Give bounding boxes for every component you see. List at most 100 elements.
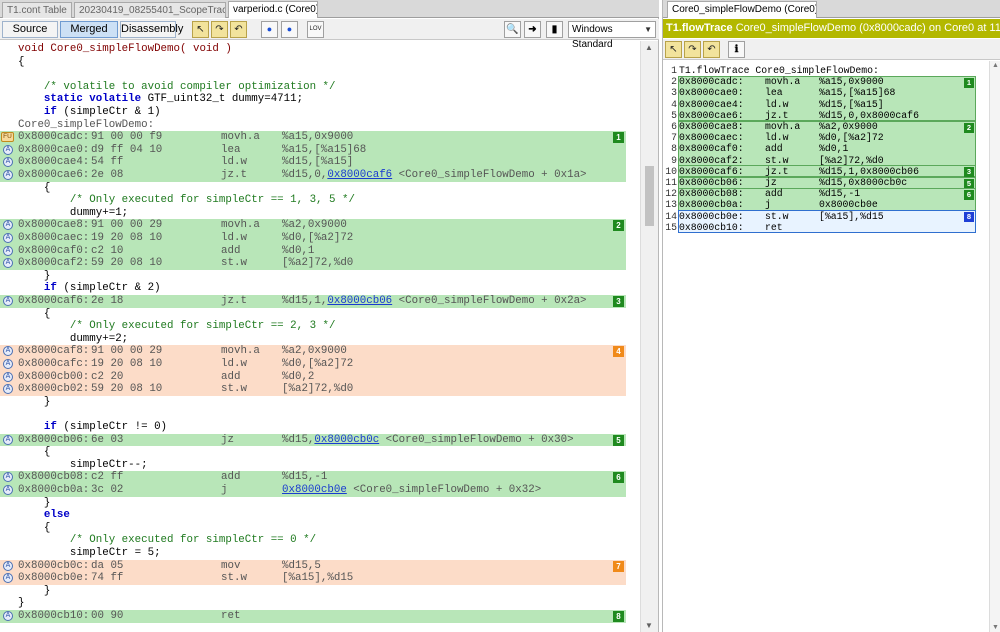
breakpoint-marker-icon[interactable]: A — [3, 170, 13, 180]
asm-address[interactable]: 0x8000cadc: — [18, 131, 89, 144]
return-icon[interactable]: ↶ — [703, 41, 720, 58]
source-row[interactable]: } — [0, 396, 626, 409]
asm-row[interactable]: A 0x8000caf0: c2 10 add %d0,1 — [0, 244, 626, 258]
scroll-up-icon[interactable]: ▲ — [645, 43, 653, 52]
breakpoint-marker-icon[interactable]: A — [3, 359, 13, 369]
disassembly-view-button[interactable]: Disassembly — [120, 21, 183, 38]
trace-row[interactable]: 2 0x8000cadc: movh.a %a15,0x9000 — [663, 76, 989, 87]
breakpoint-marker-icon[interactable]: A — [3, 157, 13, 168]
trace-row[interactable]: 3 0x8000cae0: lea %a15,[%a15]68 — [663, 87, 989, 98]
next-location-icon[interactable]: ● — [281, 21, 298, 38]
trace-row[interactable]: 14 0x8000cb0e: st.w [%a15],%d15 — [663, 211, 989, 222]
source-row[interactable]: if (simpleCtr & 1) — [0, 106, 626, 119]
breakpoint-marker-icon[interactable]: FU — [1, 132, 14, 143]
source-row[interactable]: { — [0, 522, 626, 535]
source-row[interactable]: /* Only executed for simpleCtr == 2, 3 *… — [0, 320, 626, 333]
trace-row[interactable]: 4 0x8000cae4: ld.w %d15,[%a15] — [663, 99, 989, 110]
lov-icon[interactable]: LOV — [307, 21, 324, 38]
info-icon[interactable]: ℹ — [728, 41, 745, 58]
asm-address[interactable]: 0x8000cae8: — [18, 219, 89, 232]
asm-address[interactable]: 0x8000cb10: — [18, 610, 89, 623]
step-back-icon[interactable]: ↖ — [192, 21, 209, 38]
step-over-icon[interactable]: ↷ — [211, 21, 228, 38]
asm-row[interactable]: A 0x8000cb0a: 3c 02 j 0x8000cb0e <Core0_simp… — [0, 484, 626, 497]
trace-row[interactable]: 7 0x8000caec: ld.w %d0,[%a2]72 — [663, 132, 989, 143]
asm-row[interactable]: A 0x8000cae4: 54 ff ld.w %d15,[%a15] — [0, 156, 626, 169]
asm-address[interactable]: 0x8000caf0: — [18, 245, 89, 258]
asm-row[interactable]: A 0x8000cb02: 59 20 08 10 st.w [%a2]72,%d0 — [0, 383, 626, 396]
source-row[interactable]: } — [0, 597, 626, 610]
asm-address[interactable]: 0x8000cafc: — [18, 358, 89, 371]
trace-row[interactable]: 5 0x8000cae6: jz.t %d15,0,0x8000caf6 — [663, 110, 989, 121]
source-row[interactable]: /* volatile to avoid compiler optimizati… — [0, 81, 626, 94]
breakpoint-marker-icon[interactable]: A — [3, 144, 13, 155]
trace-row[interactable]: 8 0x8000caf0: add %d0,1 — [663, 143, 989, 154]
tab-varperiod[interactable]: varperiod.c (Core0) — [228, 1, 318, 18]
jump-target-link[interactable]: 0x8000cb06 — [327, 295, 392, 307]
return-icon[interactable]: ↶ — [230, 21, 247, 38]
breakpoint-marker-icon[interactable]: A — [3, 384, 13, 395]
search-icon[interactable]: 🔍 — [504, 21, 521, 38]
breakpoint-marker-icon[interactable]: A — [3, 560, 13, 571]
asm-row[interactable]: A 0x8000cb08: c2 ff add %d15,-1 6 — [0, 471, 626, 484]
trace-row[interactable]: 9 0x8000caf2: st.w [%a2]72,%d0 — [663, 155, 989, 166]
source-row[interactable]: { — [0, 308, 626, 321]
asm-label-row[interactable]: Core0_simpleFlowDemo: — [0, 119, 626, 132]
trace-row[interactable]: 15 0x8000cb10: ret — [663, 222, 989, 233]
breakpoint-marker-icon[interactable]: A — [3, 245, 13, 256]
bookmark-icon[interactable]: ▮ — [546, 21, 563, 38]
jump-target-link[interactable]: 0x8000cb0c — [314, 434, 379, 446]
breakpoint-marker-icon[interactable]: A — [3, 611, 13, 621]
asm-address[interactable]: 0x8000caec: — [18, 232, 89, 245]
asm-address[interactable]: 0x8000caf6: — [18, 295, 89, 308]
scroll-down-icon[interactable]: ▼ — [645, 621, 653, 630]
asm-address[interactable]: 0x8000cb02: — [18, 383, 89, 396]
breakpoint-marker-icon[interactable]: A — [3, 346, 13, 357]
breakpoint-marker-icon[interactable]: A — [3, 573, 13, 584]
asm-address[interactable]: 0x8000cb06: — [18, 434, 89, 447]
asm-row[interactable]: A 0x8000caf2: 59 20 08 10 st.w [%a2]72,%d0 — [0, 257, 626, 270]
asm-row[interactable]: A 0x8000caf6: 2e 18 jz.t %d15,1,0x8000cb06 <… — [0, 295, 626, 308]
asm-row[interactable]: A 0x8000cb0c: da 05 mov %d15,5 7 — [0, 559, 626, 573]
breakpoint-marker-icon[interactable]: A — [3, 296, 13, 306]
scroll-thumb[interactable] — [645, 166, 654, 226]
asm-address[interactable]: 0x8000cae0: — [18, 144, 89, 157]
source-row[interactable] — [0, 408, 626, 421]
trace-row[interactable]: 12 0x8000cb08: add %d15,-1 — [663, 188, 989, 199]
breakpoint-marker-icon[interactable]: A — [3, 434, 13, 445]
source-row[interactable]: dummy+=1; — [0, 207, 626, 220]
trace-row[interactable]: 13 0x8000cb0a: j 0x8000cb0e — [663, 199, 989, 210]
scroll-down-icon[interactable]: ▼ — [992, 624, 999, 631]
source-row[interactable]: static volatile GTF_uint32_t dummy=4711; — [0, 93, 626, 106]
merged-source-view[interactable]: void Core0_simpleFlowDemo( void ){ /* vo… — [0, 41, 640, 632]
asm-address[interactable]: 0x8000caf8: — [18, 345, 89, 358]
source-row[interactable]: { — [0, 56, 626, 69]
asm-address[interactable]: 0x8000cb0c: — [18, 560, 89, 573]
breakpoint-marker-icon[interactable]: A — [3, 472, 13, 483]
asm-row[interactable]: A 0x8000caf8: 91 00 00 29 movh.a %a2,0x9000 4 — [0, 345, 626, 358]
flowtrace-view[interactable]: 1 2 3 5 6 8 1 T1.flowTrace Core0_simpleFlowDemo… — [663, 61, 989, 632]
asm-row[interactable]: A 0x8000caec: 19 20 08 10 ld.w %d0,[%a2]72 — [0, 232, 626, 245]
flowtrace-scrollbar[interactable]: ▲ ▼ — [989, 61, 1000, 632]
goto-icon[interactable]: ➜ — [524, 21, 541, 38]
asm-address[interactable]: 0x8000cb08: — [18, 471, 89, 484]
source-row[interactable]: { — [0, 182, 626, 195]
source-row[interactable]: } — [0, 497, 626, 510]
asm-row[interactable]: FU 0x8000cadc: 91 00 00 f9 movh.a %a15,0x900… — [0, 131, 626, 144]
display-mode-select[interactable]: Windows Standard ▼ — [568, 21, 656, 50]
source-row[interactable] — [0, 68, 626, 81]
tab-core0-flow-demo[interactable]: Core0_simpleFlowDemo (Core0) — [667, 1, 817, 18]
trace-row[interactable]: 1 T1.flowTrace Core0_simpleFlowDemo: — [663, 65, 989, 76]
asm-row[interactable]: A 0x8000cb10: 00 90 ret 8 — [0, 610, 626, 623]
asm-address[interactable]: 0x8000cae6: — [18, 169, 89, 182]
source-row[interactable]: else — [0, 509, 626, 522]
source-row[interactable]: } — [0, 585, 626, 598]
asm-address[interactable]: 0x8000cb0e: — [18, 572, 89, 585]
previous-location-icon[interactable]: ● — [261, 21, 278, 38]
source-row[interactable]: { — [0, 446, 626, 459]
source-row[interactable]: /* Only executed for simpleCtr == 0 */ — [0, 534, 626, 547]
source-scrollbar[interactable]: ▲ ▼ — [640, 41, 658, 632]
source-row[interactable]: simpleCtr = 5; — [0, 547, 626, 560]
breakpoint-marker-icon[interactable]: A — [3, 258, 13, 269]
jump-target-link[interactable]: 0x8000cb0e — [282, 484, 347, 496]
